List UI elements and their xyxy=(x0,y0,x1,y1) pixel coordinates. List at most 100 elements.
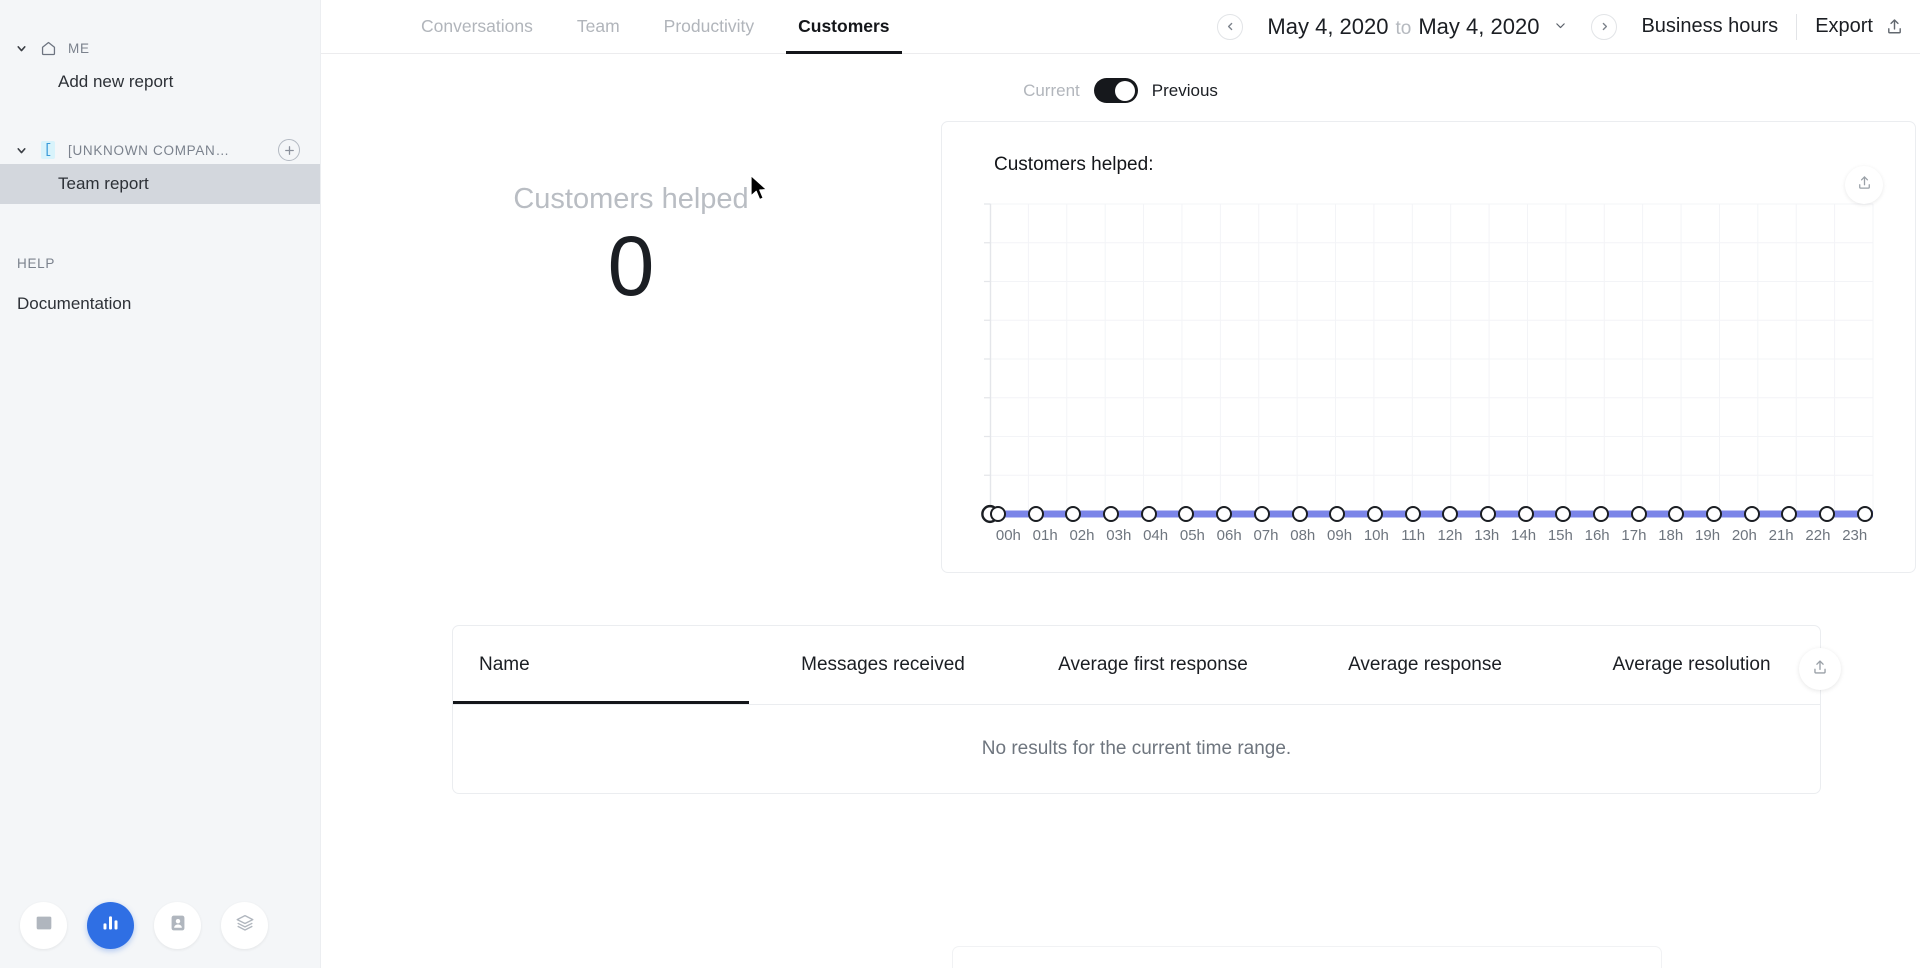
inbox-icon-button[interactable] xyxy=(20,901,67,949)
next-period-button[interactable] xyxy=(1591,13,1618,40)
sidebar-item-add-new-report[interactable]: Add new report xyxy=(0,62,320,102)
tab-productivity[interactable]: Productivity xyxy=(642,0,776,54)
data-point-marker[interactable] xyxy=(1781,506,1798,522)
bar-chart-icon xyxy=(100,912,121,938)
customers-helped-chart-card: Customers helped: 00h 01h 02h 03h 04h 05… xyxy=(941,121,1916,573)
data-point-marker[interactable] xyxy=(1442,506,1459,522)
contact-card-icon xyxy=(167,912,189,939)
sidebar-item-label: Add new report xyxy=(58,72,174,91)
comparison-toggle[interactable] xyxy=(1093,78,1138,103)
sidebar-item-team-report[interactable]: Team report xyxy=(0,164,320,204)
data-point-marker[interactable] xyxy=(1555,506,1572,522)
column-header-name[interactable]: Name xyxy=(453,626,749,704)
chart-x-axis: 00h 01h 02h 03h 04h 05h 06h 07h 08h 09h … xyxy=(990,527,1873,544)
sidebar-section-me-header[interactable]: ME xyxy=(0,34,320,62)
tab-conversations[interactable]: Conversations xyxy=(399,0,555,54)
data-point-marker[interactable] xyxy=(1027,506,1044,522)
data-point-marker[interactable] xyxy=(1366,506,1383,522)
reports-icon-button[interactable] xyxy=(87,901,134,949)
x-tick-label: 02h xyxy=(1069,527,1095,544)
tab-label: Conversations xyxy=(421,16,533,36)
data-point-marker[interactable] xyxy=(1140,506,1157,522)
tab-customers[interactable]: Customers xyxy=(776,0,911,54)
layers-icon xyxy=(234,912,256,939)
data-point-marker[interactable] xyxy=(1253,506,1270,522)
x-tick-label: 05h xyxy=(1179,527,1205,544)
column-header-average-first-response[interactable]: Average first response xyxy=(1017,626,1289,704)
x-tick-label: 01h xyxy=(1032,527,1058,544)
x-tick-label: 18h xyxy=(1658,527,1684,544)
x-tick-label: 03h xyxy=(1106,527,1132,544)
date-range-joiner: to xyxy=(1395,17,1412,39)
sidebar-item-label: Documentation xyxy=(17,294,132,313)
date-range-selector[interactable]: May 4, 2020 to May 4, 2020 xyxy=(1267,14,1567,40)
chevron-down-icon[interactable] xyxy=(14,143,28,157)
data-point-marker[interactable] xyxy=(1668,506,1685,522)
x-tick-label: 04h xyxy=(1143,527,1169,544)
data-point-marker[interactable] xyxy=(1743,506,1760,522)
company-bracket-icon: [ xyxy=(38,140,58,160)
column-header-average-response[interactable]: Average response xyxy=(1289,626,1561,704)
add-report-button[interactable] xyxy=(278,139,300,161)
report-tabs: Conversations Team Productivity Customer… xyxy=(399,0,912,54)
next-card-peek xyxy=(952,946,1662,968)
data-point-marker[interactable] xyxy=(1178,506,1195,522)
data-point-marker[interactable] xyxy=(1329,506,1346,522)
sidebar-section-me-label: ME xyxy=(68,40,90,56)
data-point-marker[interactable] xyxy=(1404,506,1421,522)
data-point-marker[interactable] xyxy=(1216,506,1233,522)
chart-markers-svg xyxy=(981,504,999,524)
chart-markers xyxy=(990,505,1873,523)
column-header-messages-received[interactable]: Messages received xyxy=(749,626,1017,704)
data-point-marker[interactable] xyxy=(1630,506,1647,522)
export-label: Export xyxy=(1815,15,1873,37)
chart-export-button[interactable] xyxy=(1845,166,1883,204)
export-button[interactable]: Export xyxy=(1815,15,1904,38)
data-point-marker[interactable] xyxy=(1517,506,1534,522)
top-bar-right: May 4, 2020 to May 4, 2020 Business hour… xyxy=(1217,0,1920,54)
x-tick-label: 15h xyxy=(1547,527,1573,544)
sidebar-section-company-header[interactable]: [ [UNKNOWN COMPAN… xyxy=(0,136,320,164)
table-header-row: Name Messages received Average first res… xyxy=(453,626,1820,704)
table-empty-message: No results for the current time range. xyxy=(981,738,1292,759)
toggle-label-previous[interactable]: Previous xyxy=(1152,81,1218,101)
chevron-down-icon[interactable] xyxy=(14,41,28,55)
tab-label: Team xyxy=(576,16,620,36)
top-bar: Conversations Team Productivity Customer… xyxy=(321,0,1920,54)
data-point-marker[interactable] xyxy=(1856,506,1873,522)
toggle-label-current[interactable]: Current xyxy=(1023,81,1080,101)
data-point-marker[interactable] xyxy=(1706,506,1723,522)
column-header-average-resolution[interactable]: Average resolution xyxy=(1561,626,1822,704)
sidebar-item-documentation[interactable]: Documentation xyxy=(0,287,320,321)
x-tick-label: 17h xyxy=(1621,527,1647,544)
column-header-label: Name xyxy=(479,654,530,675)
chevron-down-icon[interactable] xyxy=(1554,19,1567,36)
x-tick-label: 14h xyxy=(1511,527,1537,544)
tab-team[interactable]: Team xyxy=(555,0,642,54)
data-point-marker[interactable] xyxy=(1291,506,1308,522)
x-tick-label: 11h xyxy=(1401,527,1426,544)
table-export-button[interactable] xyxy=(1799,648,1841,690)
x-tick-label: 08h xyxy=(1290,527,1316,544)
app-root: ME Add new report [ [UNKNOWN COMPAN… Tea… xyxy=(0,0,1920,968)
chart-plot-area xyxy=(981,203,1874,524)
business-hours-button[interactable]: Business hours xyxy=(1641,15,1778,38)
x-tick-label: 00h xyxy=(995,527,1021,544)
layers-icon-button[interactable] xyxy=(221,901,268,949)
previous-period-button[interactable] xyxy=(1217,13,1244,40)
data-point-marker[interactable] xyxy=(1065,506,1082,522)
upload-icon xyxy=(1811,658,1829,681)
x-tick-label: 16h xyxy=(1584,527,1610,544)
x-tick-label: 10h xyxy=(1363,527,1389,544)
sidebar-section-me: ME Add new report xyxy=(0,34,320,102)
data-point-marker[interactable] xyxy=(990,506,1006,522)
data-point-marker[interactable] xyxy=(1593,506,1609,522)
contacts-icon-button[interactable] xyxy=(154,901,201,949)
data-point-marker[interactable] xyxy=(1819,506,1836,522)
table-empty-state: No results for the current time range. xyxy=(453,705,1820,793)
data-point-marker[interactable] xyxy=(1103,506,1120,522)
x-tick-label: 07h xyxy=(1253,527,1279,544)
upload-icon xyxy=(1885,17,1904,36)
data-point-marker[interactable] xyxy=(1479,506,1496,522)
customers-table-card: Name Messages received Average first res… xyxy=(452,625,1841,794)
